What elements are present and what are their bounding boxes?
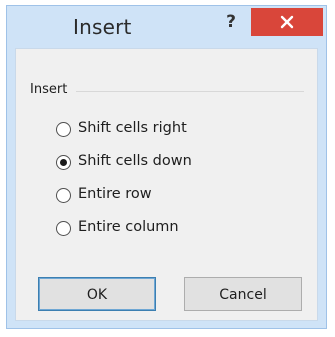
option-label-entire-column: Entire column bbox=[78, 219, 179, 235]
insert-dialog: Insert ? Insert Shift cells right Shift … bbox=[6, 5, 327, 329]
cancel-button[interactable]: Cancel bbox=[184, 277, 302, 311]
option-label-shift-cells-down: Shift cells down bbox=[78, 153, 192, 169]
dialog-body: Insert Shift cells right Shift cells dow… bbox=[15, 48, 318, 321]
radio-entire-column[interactable] bbox=[56, 221, 71, 236]
help-icon: ? bbox=[226, 12, 236, 32]
option-label-shift-cells-right: Shift cells right bbox=[78, 120, 187, 136]
close-button[interactable] bbox=[251, 8, 323, 36]
radio-entire-row[interactable] bbox=[56, 188, 71, 203]
group-divider bbox=[76, 91, 304, 92]
radio-shift-cells-right[interactable] bbox=[56, 122, 71, 137]
help-button[interactable]: ? bbox=[217, 8, 245, 36]
radio-shift-cells-down[interactable] bbox=[56, 155, 71, 170]
group-label: Insert bbox=[30, 82, 68, 97]
title-bar: Insert ? bbox=[7, 6, 326, 48]
ok-button[interactable]: OK bbox=[38, 277, 156, 311]
close-icon bbox=[280, 15, 294, 29]
option-label-entire-row: Entire row bbox=[78, 186, 152, 202]
dialog-title: Insert bbox=[73, 15, 132, 39]
